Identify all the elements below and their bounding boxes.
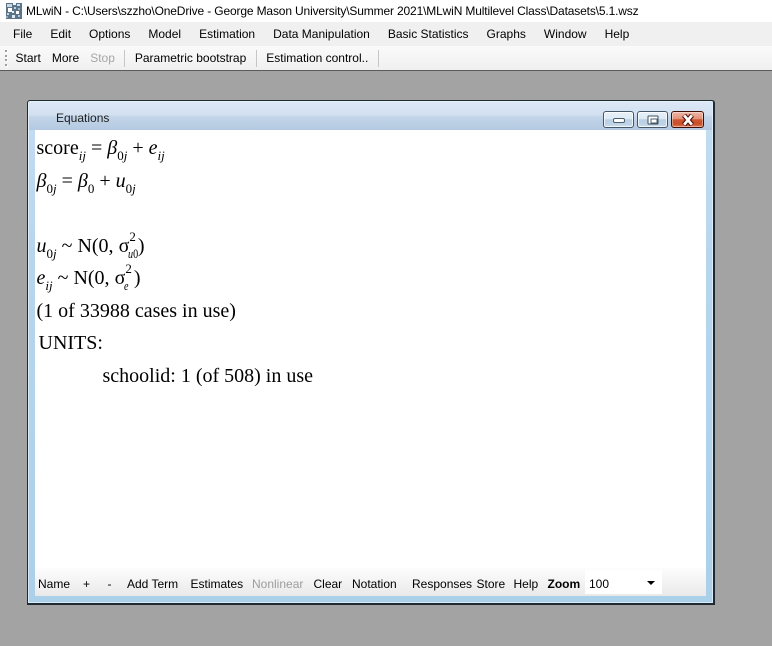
responses-button[interactable]: Responses	[412, 577, 472, 591]
estimation-control-button[interactable]: Estimation control..	[261, 47, 374, 70]
combo-dropdown-icon	[647, 581, 655, 585]
equations-window-title: Equations	[56, 111, 109, 125]
estimates-button[interactable]: Estimates	[191, 577, 244, 591]
close-icon	[681, 114, 695, 126]
restore-icon	[647, 115, 658, 124]
restore-button[interactable]	[637, 111, 668, 128]
toolbar-grip[interactable]	[2, 50, 10, 66]
minus-button[interactable]: -	[108, 577, 112, 591]
stop-button: Stop	[85, 47, 121, 70]
store-button[interactable]: Store	[477, 577, 506, 591]
menu-model[interactable]: Model	[139, 22, 190, 46]
equations-bottom-toolbar: Name + - Add Term Estimates Nonlinear Cl…	[35, 568, 706, 596]
equations-titlebar[interactable]: Equations	[29, 102, 712, 130]
zoom-value: 100	[589, 577, 609, 591]
equation-line-e-dist[interactable]: eij ~ N(0, σ2e)	[37, 262, 707, 295]
menu-estimation[interactable]: Estimation	[190, 22, 264, 46]
more-button[interactable]: More	[46, 47, 84, 70]
equation-schoolid[interactable]: schoolid: 1 (of 508) in use	[37, 360, 707, 393]
zoom-combobox[interactable]: 100	[585, 570, 662, 594]
caption-buttons	[600, 111, 704, 128]
clear-button[interactable]: Clear	[314, 577, 343, 591]
toolbar-separator	[256, 50, 257, 67]
menu-data-manipulation[interactable]: Data Manipulation	[264, 22, 379, 46]
plus-button[interactable]: +	[83, 577, 90, 591]
mlwin-app-icon	[6, 3, 22, 19]
minimize-button[interactable]	[603, 111, 634, 128]
start-button[interactable]: Start	[10, 47, 46, 70]
menu-help[interactable]: Help	[596, 22, 639, 46]
equation-cases[interactable]: (1 of 33988 cases in use)	[37, 295, 707, 328]
equation-units[interactable]: UNITS:	[37, 327, 707, 360]
menu-window[interactable]: Window	[535, 22, 596, 46]
menu-options[interactable]: Options	[80, 22, 139, 46]
parametric-bootstrap-button[interactable]: Parametric bootstrap	[129, 47, 251, 70]
equation-line-u-dist[interactable]: u0j ~ N(0, σ2u0)	[37, 230, 707, 263]
minimize-icon	[613, 118, 625, 123]
toolbar-separator	[124, 50, 125, 67]
zoom-label: Zoom	[548, 577, 581, 591]
app-title-bar: MLwiN - C:\Users\szzho\OneDrive - George…	[0, 0, 772, 22]
equation-line-blank	[37, 197, 707, 230]
equations-content[interactable]: scoreij = β0j + eij β0j = β0 + u0j u0j ~…	[35, 130, 706, 392]
toolbar-separator	[378, 50, 379, 67]
menu-graphs[interactable]: Graphs	[478, 22, 535, 46]
equations-client-area: scoreij = β0j + eij β0j = β0 + u0j u0j ~…	[35, 130, 706, 596]
name-button[interactable]: Name	[38, 577, 70, 591]
add-term-button[interactable]: Add Term	[127, 577, 178, 591]
close-button[interactable]	[671, 111, 704, 128]
menu-basic-statistics[interactable]: Basic Statistics	[379, 22, 478, 46]
equations-window: Equations scoreij = β0j + eij β0j = β0 +…	[27, 100, 715, 605]
menu-file[interactable]: File	[4, 22, 41, 46]
app-title: MLwiN - C:\Users\szzho\OneDrive - George…	[26, 4, 639, 18]
menu-edit[interactable]: Edit	[41, 22, 80, 46]
equation-line-1[interactable]: scoreij = β0j + eij	[37, 132, 707, 165]
equation-line-2[interactable]: β0j = β0 + u0j	[37, 165, 707, 198]
estimation-toolbar: Start More Stop Parametric bootstrap Est…	[0, 46, 772, 71]
notation-button[interactable]: Notation	[352, 577, 397, 591]
eq-help-button[interactable]: Help	[514, 577, 539, 591]
nonlinear-button: Nonlinear	[252, 577, 303, 591]
menu-bar: File Edit Options Model Estimation Data …	[0, 22, 772, 46]
